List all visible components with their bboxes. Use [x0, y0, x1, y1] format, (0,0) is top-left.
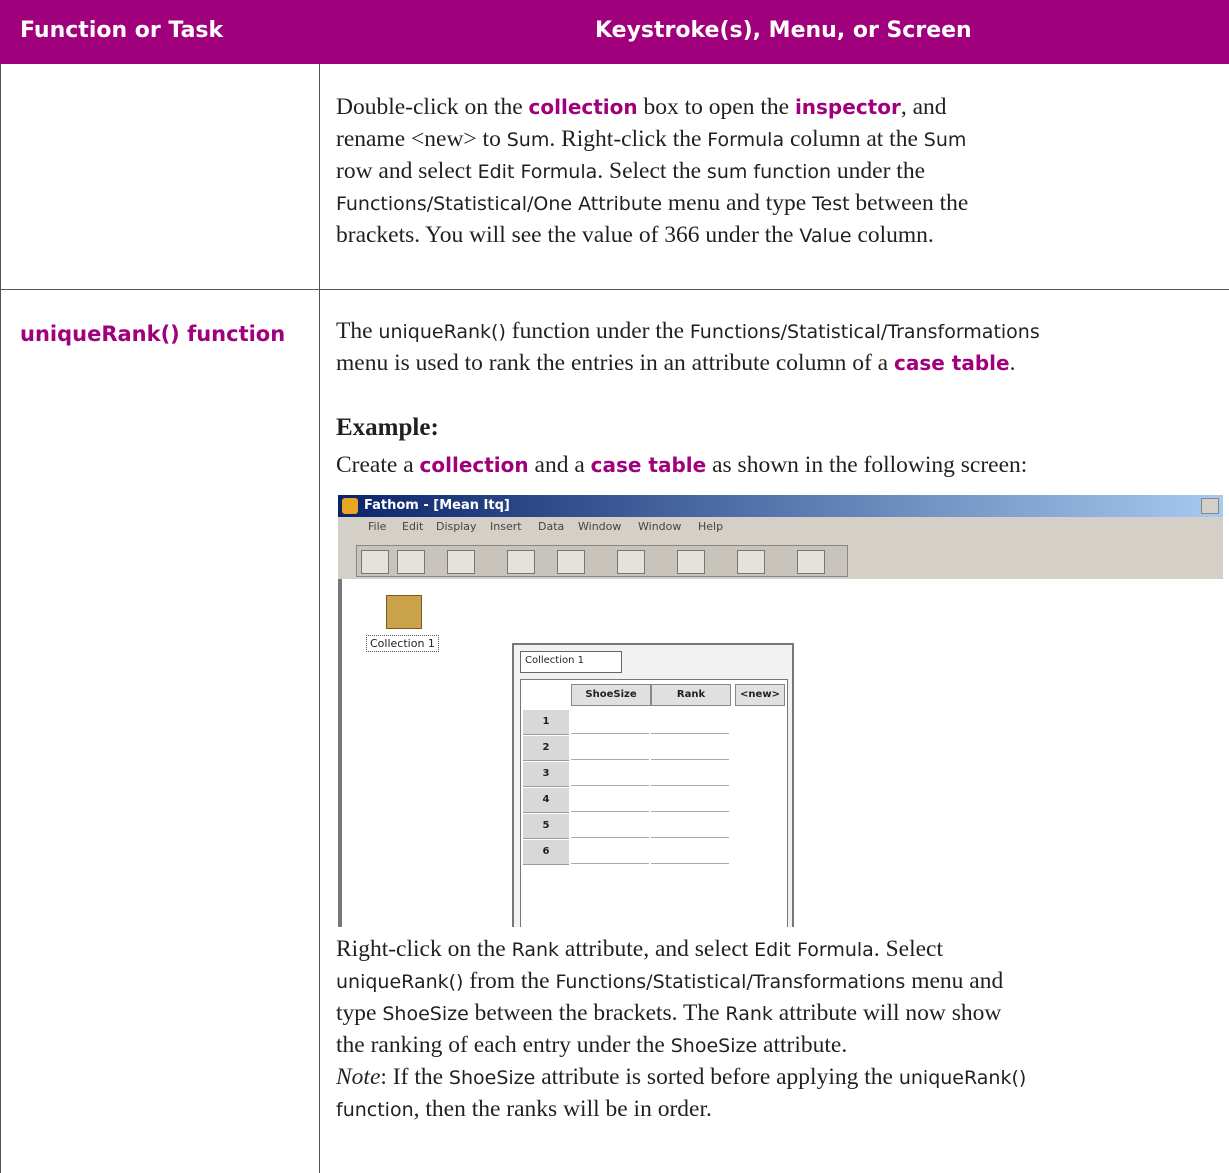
- column-header-new: <new>: [735, 684, 785, 706]
- table-cell: [571, 736, 649, 760]
- row2-label: uniqueRank() function: [20, 322, 286, 346]
- case-table: Collection 1 ShoeSize Rank <new> 1 2 3 4…: [512, 643, 794, 927]
- menu-window-2: Window: [638, 520, 682, 533]
- column-divider: [319, 64, 320, 1173]
- keyword-case-table-2: case table: [590, 453, 707, 477]
- example-heading: Example:: [336, 414, 439, 441]
- toolbar-strip: [338, 537, 1223, 579]
- menu-edit: Edit: [402, 520, 424, 533]
- row2-p3-line1: Right-click on the Rank attribute, and s…: [336, 936, 943, 962]
- window-title: Fathom - [Mean Itq]: [364, 498, 510, 513]
- menu-window-1: Window: [578, 520, 622, 533]
- row1-line5: brackets. You will see the value of 366 …: [336, 222, 934, 248]
- row2-p2: Create a collection and a case table as …: [336, 452, 1028, 478]
- row2-p1-line2: menu is used to rank the entries in an a…: [336, 350, 1016, 376]
- table-tool-icon: [447, 550, 475, 574]
- row-number: 6: [523, 840, 569, 865]
- table-left-border: [0, 64, 1, 1173]
- menu-bar: File Edit Display Insert Data Window Win…: [338, 517, 1223, 537]
- row1-line4: Functions/Statistical/One Attribute menu…: [336, 190, 969, 216]
- table-cell: [651, 736, 729, 760]
- table-cell: [651, 840, 729, 864]
- window-title-bar: Fathom - [Mean Itq]: [338, 495, 1223, 517]
- collection-label: Collection 1: [366, 635, 439, 652]
- table-cell: [571, 788, 649, 812]
- row2-p3-line3: type ShoeSize between the brackets. The …: [336, 1000, 1002, 1026]
- menu-help: Help: [698, 520, 724, 533]
- table-cell: [651, 710, 729, 734]
- row-number: 4: [523, 788, 569, 813]
- column-header-rank: Rank: [651, 684, 731, 706]
- case-table-tab: Collection 1: [520, 651, 622, 673]
- table-header: Function or Task Keystroke(s), Menu, or …: [0, 0, 1229, 64]
- table-cell: [651, 814, 729, 838]
- row1-line3: row and select Edit Formula. Select the …: [336, 158, 925, 184]
- summary-tool-icon: [557, 550, 585, 574]
- row2-note-line1: Note: If the ShoeSize attribute is sorte…: [336, 1064, 1027, 1090]
- fathom-screenshot: Fathom - [Mean Itq] File Edit Display In…: [338, 495, 1223, 927]
- table-cell: [571, 814, 649, 838]
- keyword-collection-2: collection: [419, 453, 529, 477]
- table-cell: [571, 840, 649, 864]
- graph-tool-icon: [507, 550, 535, 574]
- collection-box-icon: [386, 595, 422, 629]
- test-tool-icon: [677, 550, 705, 574]
- row2-p3-line4: the ranking of each entry under the Shoe…: [336, 1032, 848, 1058]
- row-number: 2: [523, 736, 569, 761]
- row1-line2: rename <new> to Sum. Right-click the For…: [336, 126, 967, 152]
- collection-tool-icon: [397, 550, 425, 574]
- table-cell: [571, 710, 649, 734]
- menu-file: File: [368, 520, 387, 533]
- row-divider: [0, 289, 1229, 290]
- fathom-app-icon: [342, 498, 358, 514]
- row-number: 1: [523, 710, 569, 735]
- arrow-tool-icon: [361, 550, 389, 574]
- row1-line1: Double-click on the collection box to op…: [336, 94, 947, 120]
- menu-insert: Insert: [490, 520, 522, 533]
- note-label: Note: [336, 1064, 381, 1090]
- toolbar: [356, 545, 848, 577]
- column-header-shoesize: ShoeSize: [571, 684, 651, 706]
- table-cell: [651, 788, 729, 812]
- slider-tool-icon: [737, 550, 765, 574]
- table-cell: [651, 762, 729, 786]
- header-function-or-task: Function or Task: [20, 18, 224, 43]
- estimate-tool-icon: [617, 550, 645, 574]
- row2-note-line2: function, then the ranks will be in orde…: [336, 1096, 712, 1122]
- header-keystrokes: Keystroke(s), Menu, or Screen: [595, 18, 972, 43]
- keyword-case-table: case table: [893, 351, 1010, 375]
- case-table-grid: ShoeSize Rank <new> 1 2 3 4 5 6: [520, 679, 788, 927]
- text-tool-icon: [797, 550, 825, 574]
- row-number: 3: [523, 762, 569, 787]
- keyword-collection: collection: [528, 95, 638, 119]
- row2-p1-line1: The uniqueRank() function under the Func…: [336, 318, 1040, 344]
- menu-data: Data: [538, 520, 565, 533]
- minimize-icon: [1201, 498, 1219, 514]
- keyword-inspector: inspector: [794, 95, 901, 119]
- row2-p3-line2: uniqueRank() from the Functions/Statisti…: [336, 968, 1004, 994]
- menu-display: Display: [436, 520, 477, 533]
- table-cell: [571, 762, 649, 786]
- row-number: 5: [523, 814, 569, 839]
